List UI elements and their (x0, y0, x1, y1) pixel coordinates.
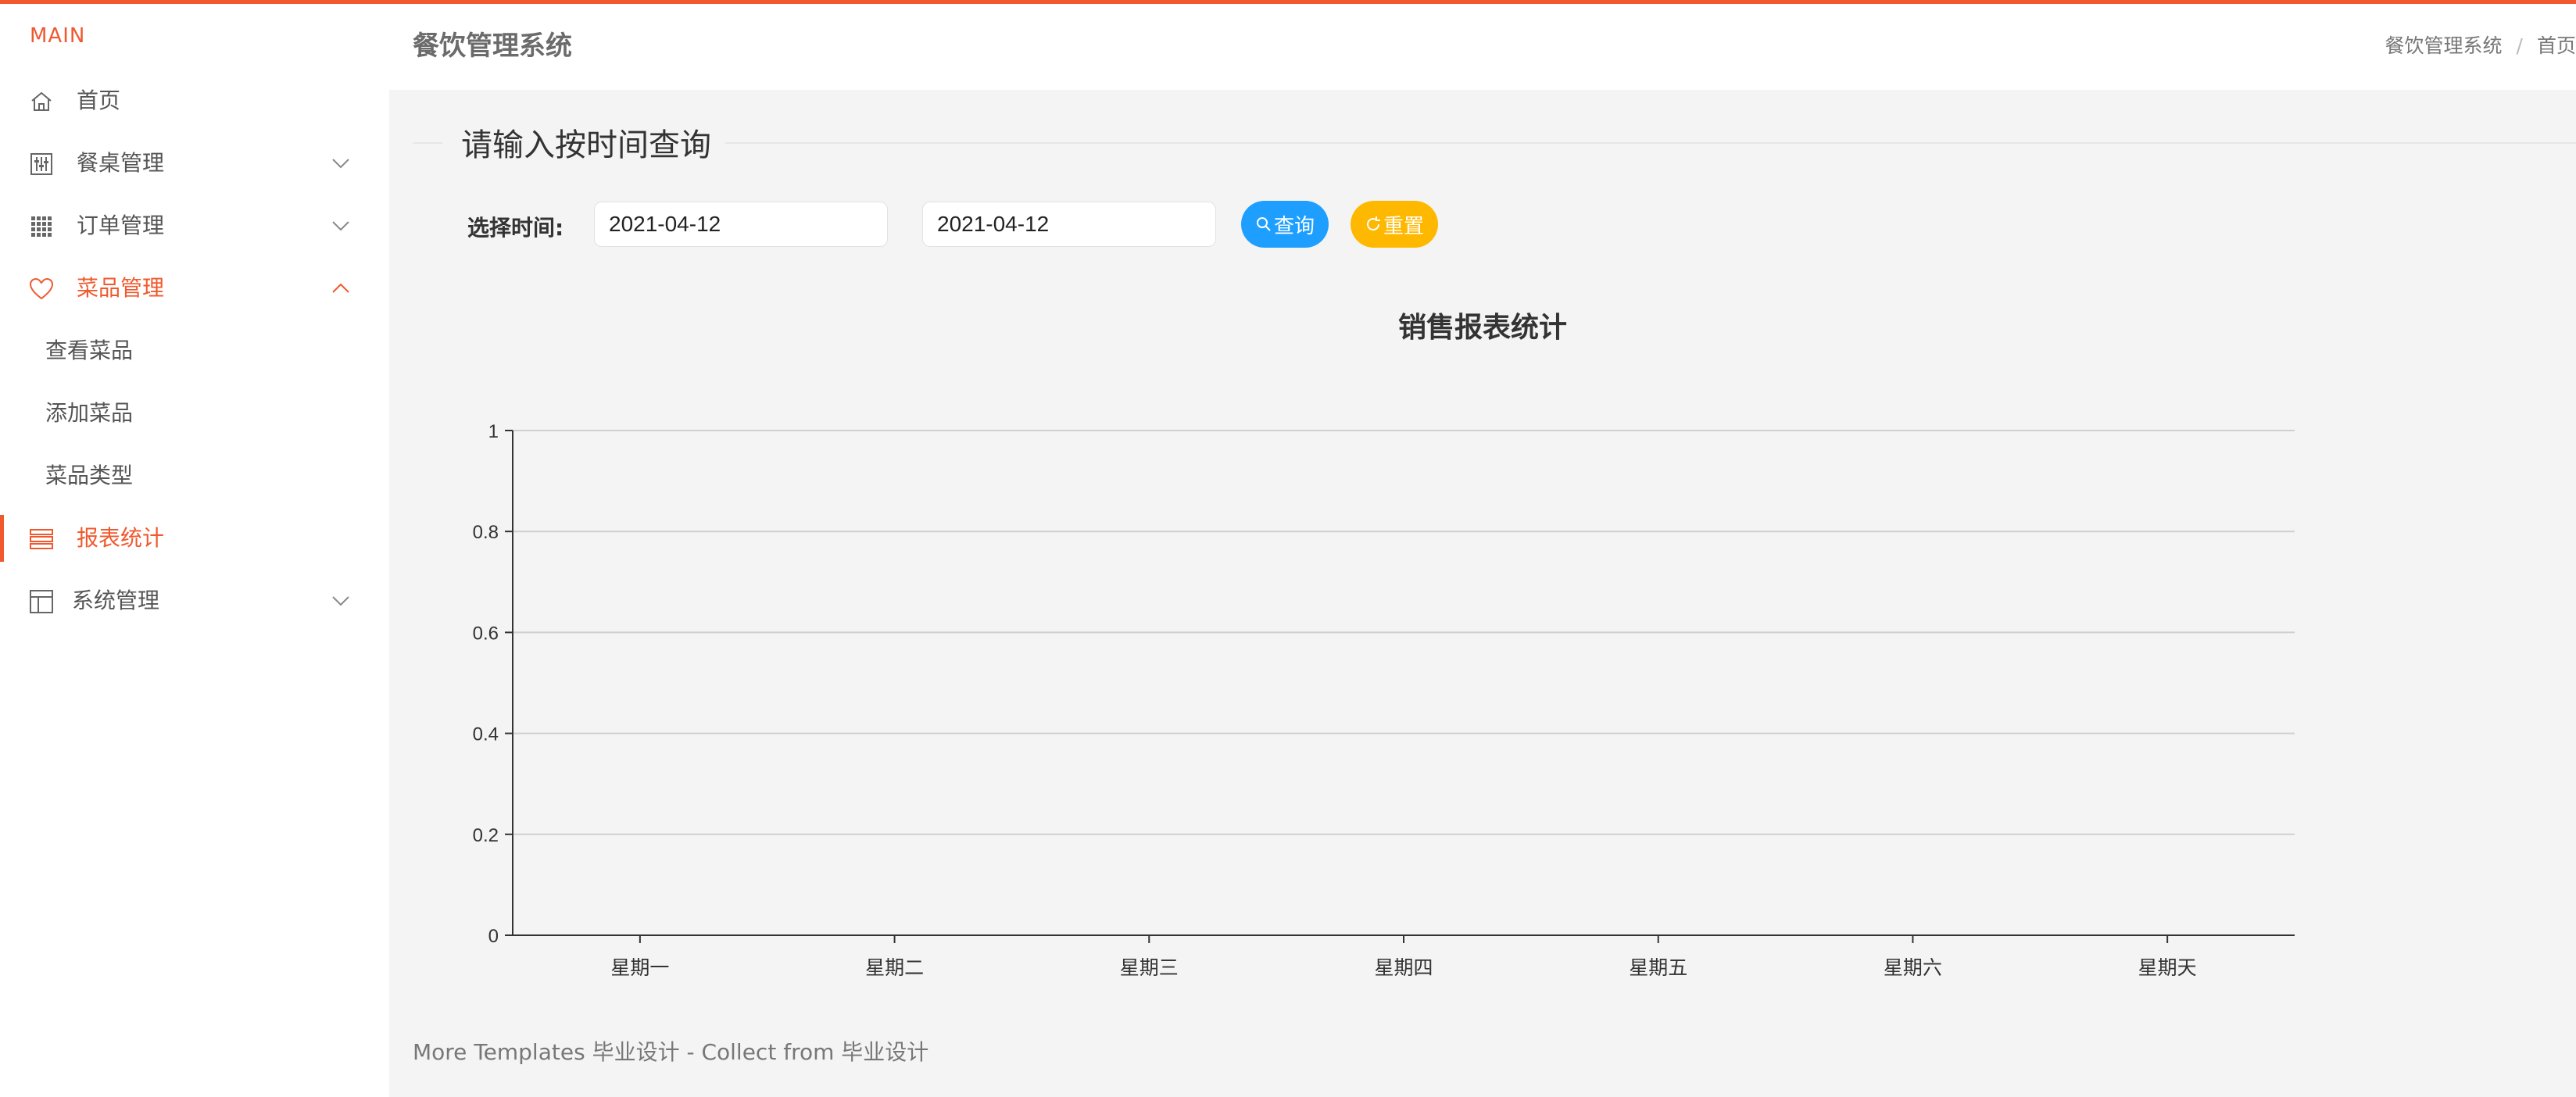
header: 餐饮管理系统 餐饮管理系统 / 首页 (389, 4, 2576, 90)
chevron-down-icon (330, 152, 352, 174)
sidebar: MAIN 首页 餐桌管理 订单管理 菜品管理 查看菜品 添加菜品 菜品类型 报表… (0, 4, 389, 1097)
sidebar-item-system[interactable]: 系统管理 (0, 577, 389, 624)
x-tick-label: 星期二 (865, 956, 924, 979)
footer-text: More Templates 毕业设计 - Collect from 毕业设计 (413, 1039, 929, 1065)
sales-chart: 0 0.2 0.4 0.6 0.8 1 星期一 星期二 星期三 星期四 星期五 星期六 星期天 (473, 421, 2295, 979)
chevron-up-icon (330, 277, 352, 299)
page-title: 餐饮管理系统 (413, 30, 572, 62)
y-tick-label: 0 (488, 926, 499, 947)
list-icon (28, 526, 55, 552)
breadcrumb-item-current: 首页 (2536, 34, 2576, 57)
sidebar-item-dishes[interactable]: 菜品管理 (0, 265, 389, 312)
x-tick-label: 星期六 (1884, 956, 1942, 979)
y-tick-label: 1 (488, 421, 499, 442)
sidebar-item-label: 报表统计 (77, 525, 165, 551)
sidebar-item-orders[interactable]: 订单管理 (0, 202, 389, 249)
sidebar-subitem-label: 菜品类型 (45, 463, 134, 488)
sidebar-subitem-view-dishes[interactable]: 查看菜品 (0, 327, 389, 374)
sidebar-subitem-add-dish[interactable]: 添加菜品 (0, 390, 389, 437)
x-tick-label: 星期五 (1629, 956, 1687, 979)
x-tick-label: 星期一 (610, 956, 669, 979)
y-tick-label: 0.4 (473, 724, 499, 745)
main-content: 请输入按时间查询 选择时间: 查询 重置 销售报表统计 00.20.40.60.… (389, 90, 2576, 1097)
x-tick-label: 星期四 (1374, 956, 1433, 979)
x-tick-label: 星期天 (2138, 956, 2197, 979)
chevron-down-icon (330, 215, 352, 237)
sidebar-subitem-dish-types[interactable]: 菜品类型 (0, 452, 389, 499)
sidebar-item-label: 订单管理 (77, 213, 165, 238)
sidebar-item-label: 系统管理 (72, 588, 160, 613)
x-tick-label: 星期三 (1120, 956, 1179, 979)
sidebar-item-tables[interactable]: 餐桌管理 (0, 140, 389, 187)
chevron-down-icon (330, 590, 352, 612)
sidebar-subitem-label: 添加菜品 (45, 400, 134, 426)
y-tick-label: 0.2 (473, 825, 499, 846)
sidebar-item-label: 菜品管理 (77, 275, 165, 301)
home-icon (28, 88, 55, 115)
layout-icon (28, 588, 55, 615)
breadcrumb-item[interactable]: 餐饮管理系统 (2385, 34, 2503, 57)
y-tick-label: 0.6 (473, 623, 499, 644)
breadcrumb-separator: / (2516, 34, 2523, 57)
breadcrumb: 餐饮管理系统 / 首页 (2385, 30, 2576, 59)
sidebar-item-home[interactable]: 首页 (0, 77, 389, 124)
sliders-icon (28, 151, 55, 177)
brand-label: MAIN (30, 24, 86, 48)
sidebar-item-reports[interactable]: 报表统计 (0, 515, 389, 562)
sidebar-item-label: 餐桌管理 (77, 150, 165, 176)
sidebar-item-label: 首页 (77, 88, 121, 113)
heart-icon (28, 276, 55, 302)
sidebar-subitem-label: 查看菜品 (45, 338, 134, 363)
grid-icon (28, 213, 55, 240)
y-tick-label: 0.8 (473, 522, 499, 543)
